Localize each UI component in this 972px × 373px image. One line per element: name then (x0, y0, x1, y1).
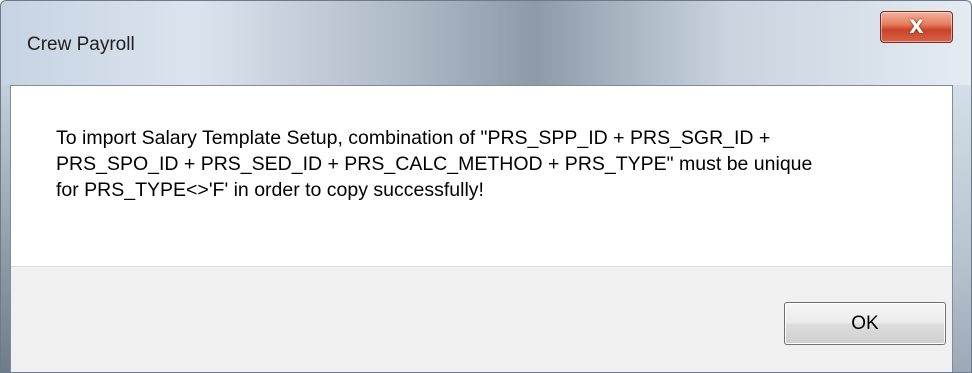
title-bar[interactable]: Crew Payroll X (1, 1, 971, 85)
ok-button[interactable]: OK (784, 302, 946, 345)
right-window-frame (951, 85, 971, 372)
close-icon: X (909, 16, 924, 38)
message-text: To import Salary Template Setup, combina… (56, 127, 813, 201)
window-title: Crew Payroll (27, 34, 135, 55)
close-button[interactable]: X (880, 11, 953, 43)
button-bar: OK (11, 266, 952, 372)
left-window-frame (1, 85, 10, 372)
dialog-window: Crew Payroll X To import Salary Template… (0, 0, 972, 373)
dialog-content: To import Salary Template Setup, combina… (10, 85, 953, 372)
